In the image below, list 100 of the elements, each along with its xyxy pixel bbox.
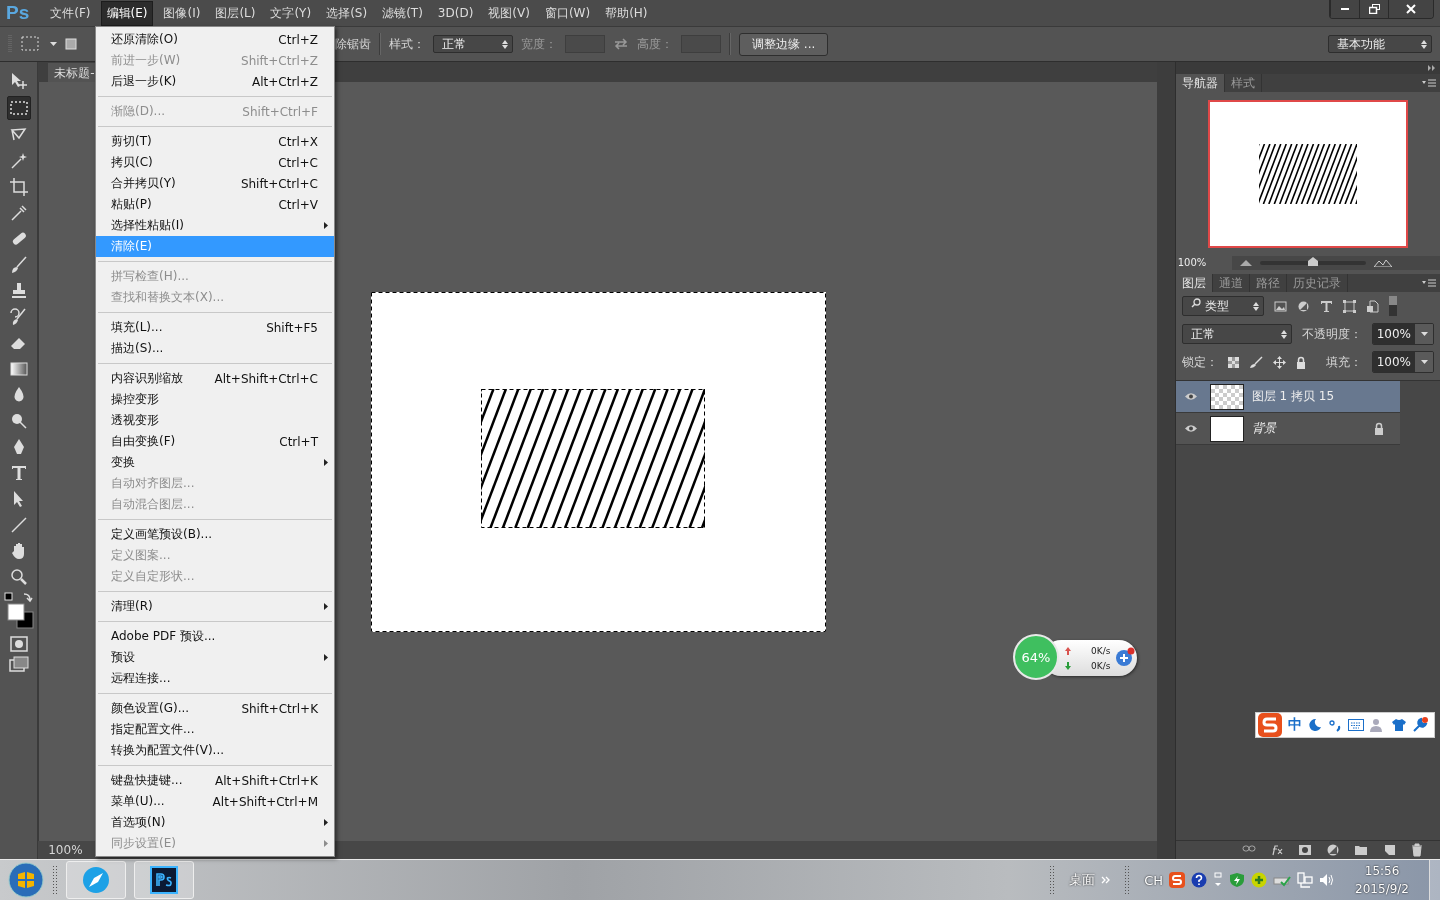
screen-mode-icon[interactable] <box>8 656 29 672</box>
menu-item[interactable]: 滤镜(T) <box>377 1 428 25</box>
menu-item[interactable]: 定义画笔预设(B)... <box>96 524 334 545</box>
workspace-select[interactable]: 基本功能 <box>1328 35 1432 53</box>
punctuation-icon[interactable] <box>1328 718 1342 732</box>
fx-icon[interactable] <box>1270 843 1284 857</box>
filter-toggle-icon[interactable] <box>1388 296 1397 316</box>
crop-tool[interactable] <box>7 176 30 198</box>
color-swatches-icon[interactable] <box>3 592 34 632</box>
trash-icon[interactable] <box>1410 843 1424 857</box>
shield-icon[interactable] <box>1229 872 1246 888</box>
panel-tab[interactable]: 历史记录 <box>1286 274 1348 292</box>
lock-position-icon[interactable] <box>1272 355 1286 369</box>
panel-tab[interactable]: 通道 <box>1212 274 1250 292</box>
panel-tab[interactable]: 图层 <box>1175 274 1213 292</box>
blend-mode-select[interactable]: 正常 <box>1181 324 1292 344</box>
menu-item[interactable]: 键盘快捷键... Alt+Shift+Ctrl+K <box>96 770 334 791</box>
menu-item[interactable]: 3D(D) <box>432 3 479 23</box>
shirt-icon[interactable] <box>1392 718 1406 732</box>
navigator-preview[interactable] <box>1207 100 1408 248</box>
slider-thumb[interactable] <box>1307 257 1318 266</box>
caret-icon[interactable] <box>50 42 57 46</box>
menu-item[interactable]: 选择(S) <box>321 1 373 25</box>
speaker-icon[interactable] <box>1319 872 1336 888</box>
moon-icon[interactable] <box>1308 718 1322 732</box>
keyboard-icon[interactable] <box>1348 719 1364 731</box>
smart-object-filter-icon[interactable] <box>1365 299 1379 313</box>
panel-tab[interactable]: 样式 <box>1224 74 1262 92</box>
menu-item[interactable]: 帮助(H) <box>600 1 653 25</box>
menu-item[interactable]: 合并拷贝(Y) Shift+Ctrl+C <box>96 173 334 194</box>
collapse-icon[interactable] <box>1428 65 1436 71</box>
menu-item[interactable]: 颜色设置(G)... Shift+Ctrl+K <box>96 698 334 719</box>
refine-edge-button[interactable]: 调整边缘 ... <box>739 32 829 56</box>
ime-s-icon[interactable] <box>1258 713 1282 737</box>
new-layer-icon[interactable] <box>1382 843 1396 857</box>
menu-item[interactable]: 首选项(N) <box>96 812 334 833</box>
rectangle-marquee-tool[interactable] <box>6 96 31 120</box>
mask-icon[interactable] <box>1298 843 1312 857</box>
menu-item[interactable]: 填充(L)... Shift+F5 <box>96 317 334 338</box>
menu-item[interactable]: 自由变换(F) Ctrl+T <box>96 431 334 452</box>
input-mode-toggle[interactable]: 中 <box>1288 716 1302 734</box>
restore-button[interactable] <box>1359 0 1388 18</box>
help-icon[interactable] <box>1191 872 1208 888</box>
panel-tab[interactable]: 路径 <box>1249 274 1287 292</box>
folder-icon[interactable] <box>1354 843 1368 857</box>
menu-item[interactable]: 菜单(U)... Alt+Shift+Ctrl+M <box>96 791 334 812</box>
menu-item[interactable]: 转换为配置文件(V)... <box>96 740 334 761</box>
menu-item[interactable]: 剪切(T) Ctrl+X <box>96 131 334 152</box>
menu-item[interactable]: 文字(Y) <box>265 1 317 25</box>
adjustment-filter-icon[interactable] <box>1296 299 1310 313</box>
layer-filter-select[interactable]: 类型 <box>1181 296 1264 316</box>
swap-arrows-icon[interactable] <box>613 38 629 50</box>
menu-item[interactable]: 文件(F) <box>45 1 96 25</box>
menu-item[interactable]: 操控变形 <box>96 389 334 410</box>
menu-item[interactable]: 拷贝(C) Ctrl+C <box>96 152 334 173</box>
panel-tab[interactable]: 导航器 <box>1175 74 1225 92</box>
plus-circle-icon[interactable] <box>1251 872 1268 888</box>
quick-mask-icon[interactable] <box>9 636 28 652</box>
menu-item[interactable]: 清理(R) <box>96 596 334 617</box>
adjustment-layer-icon[interactable] <box>1326 843 1340 857</box>
menu-item[interactable]: 选择性粘贴(I) <box>96 215 334 236</box>
menu-item[interactable]: 透视变形 <box>96 410 334 431</box>
menu-item[interactable]: 指定配置文件... <box>96 719 334 740</box>
lock-transparency-icon[interactable] <box>1227 356 1239 368</box>
menu-item[interactable]: 远程连接... <box>96 668 334 689</box>
layer-row[interactable]: 背景 <box>1175 413 1400 445</box>
close-button[interactable] <box>1388 0 1433 18</box>
minimize-button[interactable] <box>1330 0 1359 18</box>
menu-item[interactable]: 图像(I) <box>158 1 206 25</box>
plus-button-icon[interactable] <box>1115 647 1135 667</box>
lock-brush-icon[interactable] <box>1248 356 1263 368</box>
type-filter-icon[interactable] <box>1319 299 1333 313</box>
start-orb-icon[interactable] <box>8 862 44 898</box>
rectangle-marquee-icon[interactable] <box>20 35 42 53</box>
new-selection-icon[interactable] <box>65 38 77 50</box>
panel-menu-icon[interactable] <box>1422 279 1436 287</box>
panel-menu-icon[interactable] <box>1422 79 1436 87</box>
zoom-out-icon[interactable] <box>1239 260 1252 266</box>
menu-item[interactable]: 粘贴(P) Ctrl+V <box>96 194 334 215</box>
menu-item[interactable]: 描边(S)... <box>96 338 334 359</box>
menu-item[interactable]: 窗口(W) <box>539 1 596 25</box>
menu-item[interactable]: 还原清除(O) Ctrl+Z <box>96 29 334 50</box>
taskbar-app-button[interactable] <box>134 861 194 899</box>
ime-s-icon[interactable] <box>1169 872 1186 888</box>
menu-item[interactable]: 图层(L) <box>210 1 261 25</box>
menu-item[interactable]: 预设 <box>96 647 334 668</box>
menu-item[interactable]: Adobe PDF 预设... <box>96 626 334 647</box>
menu-item[interactable]: 视图(V) <box>483 1 535 25</box>
menu-item[interactable]: 编辑(E) <box>100 0 154 26</box>
layer-row[interactable]: 图层 1 拷贝 15 <box>1175 381 1400 413</box>
style-select[interactable]: 正常 <box>433 35 513 53</box>
updown-arrows-icon <box>1280 329 1287 339</box>
zoom-in-icon[interactable] <box>1373 259 1392 267</box>
menu-item[interactable]: 内容识别缩放 Alt+Shift+Ctrl+C <box>96 368 334 389</box>
image-filter-icon[interactable] <box>1273 299 1287 313</box>
shape-filter-icon[interactable] <box>1342 299 1356 313</box>
wrench-icon[interactable] <box>1412 717 1428 733</box>
lock-icon[interactable] <box>1295 355 1306 369</box>
zoom-level: 100% <box>48 843 83 857</box>
menu-item[interactable]: 变换 <box>96 452 334 473</box>
